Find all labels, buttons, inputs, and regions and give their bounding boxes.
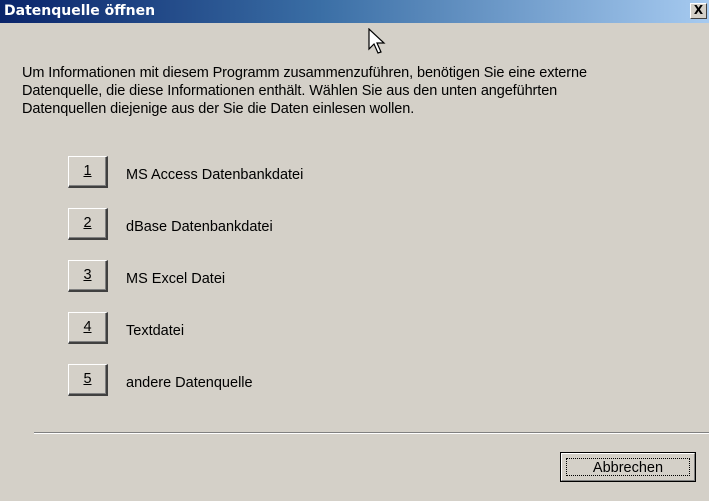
intro-line: Datenquelle, die diese Informationen ent… — [22, 83, 558, 99]
option-3-label: MS Excel Datei — [126, 271, 226, 287]
intro-line: Datenquellen diejenige aus der Sie die D… — [22, 101, 415, 117]
option-1-label: MS Access Datenbankdatei — [126, 167, 304, 183]
dialog-window: Datenquelle öffnen X Um Informationen mi… — [0, 0, 709, 501]
option-1-button[interactable]: 1 — [68, 156, 108, 188]
option-5-label: andere Datenquelle — [126, 375, 253, 391]
option-5-key: 5 — [83, 371, 92, 387]
option-4-button[interactable]: 4 — [68, 312, 108, 344]
intro-line: Um Informationen mit diesem Programm zus… — [22, 65, 587, 81]
option-2-label: dBase Datenbankdatei — [126, 219, 273, 235]
cancel-button-bevel: Abbrechen — [561, 453, 695, 481]
option-5-button[interactable]: 5 — [68, 364, 108, 396]
option-4-label: Textdatei — [126, 323, 185, 339]
cancel-button-label: Abbrechen — [566, 458, 690, 476]
close-button[interactable]: X — [690, 3, 707, 19]
option-4-key: 4 — [83, 319, 92, 335]
mouse-pointer-icon — [368, 28, 386, 54]
cancel-button[interactable]: Abbrechen — [560, 452, 696, 482]
dialog-title: Datenquelle öffnen — [4, 3, 156, 19]
title-bar[interactable]: Datenquelle öffnen X — [0, 0, 709, 23]
footer-separator — [34, 432, 709, 434]
option-3-button[interactable]: 3 — [68, 260, 108, 292]
option-2-key: 2 — [83, 215, 92, 231]
option-3-key: 3 — [83, 267, 92, 283]
option-1-key: 1 — [83, 163, 92, 179]
close-icon: X — [693, 3, 704, 17]
option-2-button[interactable]: 2 — [68, 208, 108, 240]
intro-text: Um Informationen mit diesem Programm zus… — [22, 64, 702, 118]
